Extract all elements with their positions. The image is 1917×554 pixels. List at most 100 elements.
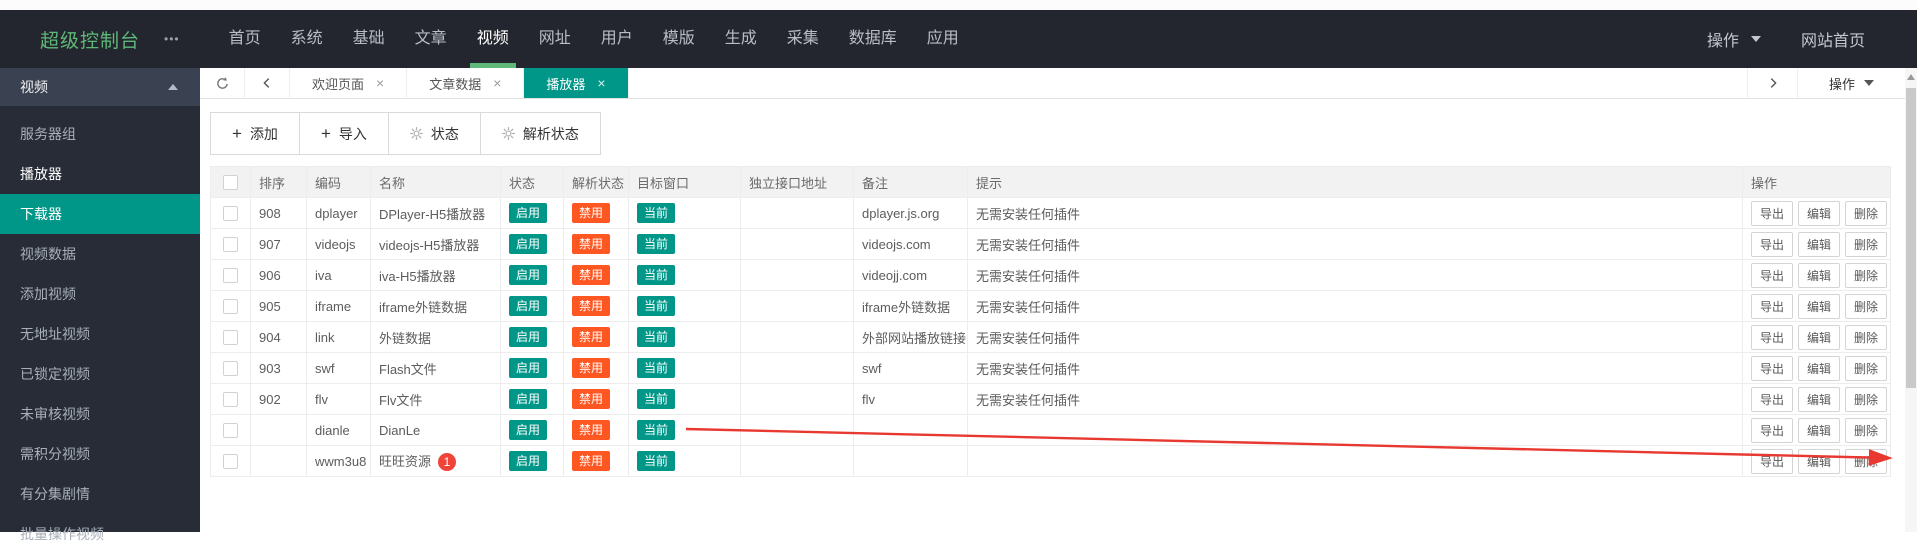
topnav-item[interactable]: 模版 (648, 10, 710, 68)
sort-cell (250, 414, 307, 446)
row-checkbox[interactable] (223, 329, 238, 345)
refresh-button[interactable] (200, 68, 245, 98)
export-button[interactable]: 导出 (1751, 417, 1794, 443)
toolbar-button[interactable]: + 添加 (210, 112, 300, 155)
topnav-item[interactable]: 用户 (586, 10, 648, 68)
tip-cell: 无需安装任何插件 (967, 259, 1743, 291)
code-cell: iframe (306, 290, 371, 322)
sidebar-item[interactable]: 需积分视频 (0, 434, 200, 474)
topnav-item[interactable]: 基础 (338, 10, 400, 68)
edit-button[interactable]: 编辑 (1798, 324, 1841, 350)
export-button[interactable]: 导出 (1751, 200, 1794, 226)
topnav-item[interactable]: 文章 (400, 10, 462, 68)
table-row: 903 swf Flash文件 启用 禁用 当前 swf 无需安装任何插件 导出 编辑 删除 (210, 352, 1891, 384)
row-checkbox[interactable] (223, 391, 238, 407)
edit-button[interactable]: 编辑 (1798, 417, 1841, 443)
tab[interactable]: 文章数据 × (407, 68, 525, 98)
row-checkbox[interactable] (223, 236, 238, 252)
checkbox-cell (210, 259, 251, 291)
tab[interactable]: 播放器 × (524, 68, 629, 98)
topnav-item[interactable]: 系统 (276, 10, 338, 68)
edit-button[interactable]: 编辑 (1798, 231, 1841, 257)
topnav-item[interactable]: 网址 (524, 10, 586, 68)
export-button[interactable]: 导出 (1751, 386, 1794, 412)
topnav-item[interactable]: 生成 (710, 10, 772, 68)
toolbar-button[interactable]: 解析状态 (479, 112, 601, 155)
tabs-scroll-left-button[interactable] (245, 68, 290, 98)
delete-button[interactable]: 删除 (1845, 262, 1888, 288)
edit-button[interactable]: 编辑 (1798, 293, 1841, 319)
toolbar-button[interactable]: 状态 (387, 112, 481, 155)
sidebar-section-header[interactable]: 视频 (0, 68, 200, 106)
export-button[interactable]: 导出 (1751, 262, 1794, 288)
sidebar-item[interactable]: 无地址视频 (0, 314, 200, 354)
tabs-scroll-right-button[interactable] (1747, 68, 1797, 98)
edit-button[interactable]: 编辑 (1798, 355, 1841, 381)
edit-button[interactable]: 编辑 (1798, 262, 1841, 288)
select-all-checkbox[interactable] (223, 174, 238, 190)
export-button[interactable]: 导出 (1751, 324, 1794, 350)
sidebar-item[interactable]: 服务器组 (0, 114, 200, 154)
delete-button[interactable]: 删除 (1845, 355, 1888, 381)
export-button[interactable]: 导出 (1751, 448, 1794, 474)
export-button[interactable]: 导出 (1751, 355, 1794, 381)
topnav-item[interactable]: 应用 (912, 10, 974, 68)
tab-close-icon[interactable]: × (493, 76, 501, 90)
export-button[interactable]: 导出 (1751, 231, 1794, 257)
topnav-item[interactable]: 数据库 (834, 10, 912, 68)
row-checkbox[interactable] (223, 205, 238, 221)
target-cell: 当前 (628, 228, 741, 260)
api-cell (740, 383, 854, 415)
scrollbar-thumb[interactable] (1906, 88, 1916, 388)
row-checkbox[interactable] (223, 422, 238, 438)
row-checkbox[interactable] (223, 453, 238, 469)
tip-cell (967, 445, 1743, 477)
delete-button[interactable]: 删除 (1845, 448, 1888, 474)
delete-button[interactable]: 删除 (1845, 386, 1888, 412)
note-cell: flv (853, 383, 968, 415)
vertical-scrollbar[interactable] (1905, 68, 1917, 532)
edit-button[interactable]: 编辑 (1798, 200, 1841, 226)
delete-button[interactable]: 删除 (1845, 231, 1888, 257)
status-cell: 启用 (500, 197, 564, 229)
sidebar-item[interactable]: 有分集剧情 (0, 474, 200, 514)
column-header: 解析状态 (563, 166, 629, 198)
status-badge: 启用 (509, 451, 548, 471)
sidebar-item[interactable]: 添加视频 (0, 274, 200, 314)
delete-button[interactable]: 删除 (1845, 417, 1888, 443)
sidebar-item[interactable]: 下载器 (0, 194, 200, 234)
parse-status-cell: 禁用 (563, 321, 629, 353)
tab-close-icon[interactable]: × (376, 76, 384, 90)
toolbar-button[interactable]: + 导入 (298, 112, 389, 155)
edit-button[interactable]: 编辑 (1798, 448, 1841, 474)
export-button[interactable]: 导出 (1751, 293, 1794, 319)
topnav-item[interactable]: 首页 (214, 10, 276, 68)
scrollbar-up-arrow-icon[interactable] (1907, 74, 1915, 80)
parse-status-badge: 禁用 (572, 234, 611, 254)
row-checkbox[interactable] (223, 298, 238, 314)
table-row: 905 iframe iframe外链数据 启用 禁用 当前 iframe外链数据 无需安装任… (210, 290, 1891, 322)
delete-button[interactable]: 删除 (1845, 293, 1888, 319)
topnav-item[interactable]: 采集 (772, 10, 834, 68)
tab-close-icon[interactable]: × (597, 76, 605, 90)
sidebar-item[interactable]: 播放器 (0, 154, 200, 194)
brand-logo[interactable]: 超级控制台 (40, 26, 140, 53)
more-menu-icon[interactable]: ••• (164, 32, 180, 46)
sidebar-item[interactable]: 已锁定视频 (0, 354, 200, 394)
row-checkbox[interactable] (223, 267, 238, 283)
topbar-action-dropdown[interactable]: 操作 (1707, 27, 1761, 51)
plus-icon: + (320, 124, 331, 143)
delete-button[interactable]: 删除 (1845, 200, 1888, 226)
sidebar-item[interactable]: 未审核视频 (0, 394, 200, 434)
edit-button[interactable]: 编辑 (1798, 386, 1841, 412)
row-checkbox[interactable] (223, 360, 238, 376)
site-home-link[interactable]: 网站首页 (1801, 27, 1865, 51)
checkbox-cell (210, 197, 251, 229)
sidebar-item[interactable]: 视频数据 (0, 234, 200, 274)
tab-actions-dropdown[interactable]: 操作 (1797, 68, 1905, 98)
topnav-item[interactable]: 视频 (462, 10, 524, 68)
sidebar-item[interactable]: 批量操作视频 (0, 514, 200, 554)
delete-button[interactable]: 删除 (1845, 324, 1888, 350)
target-cell: 当前 (628, 259, 741, 291)
tab[interactable]: 欢迎页面 × (290, 68, 408, 98)
